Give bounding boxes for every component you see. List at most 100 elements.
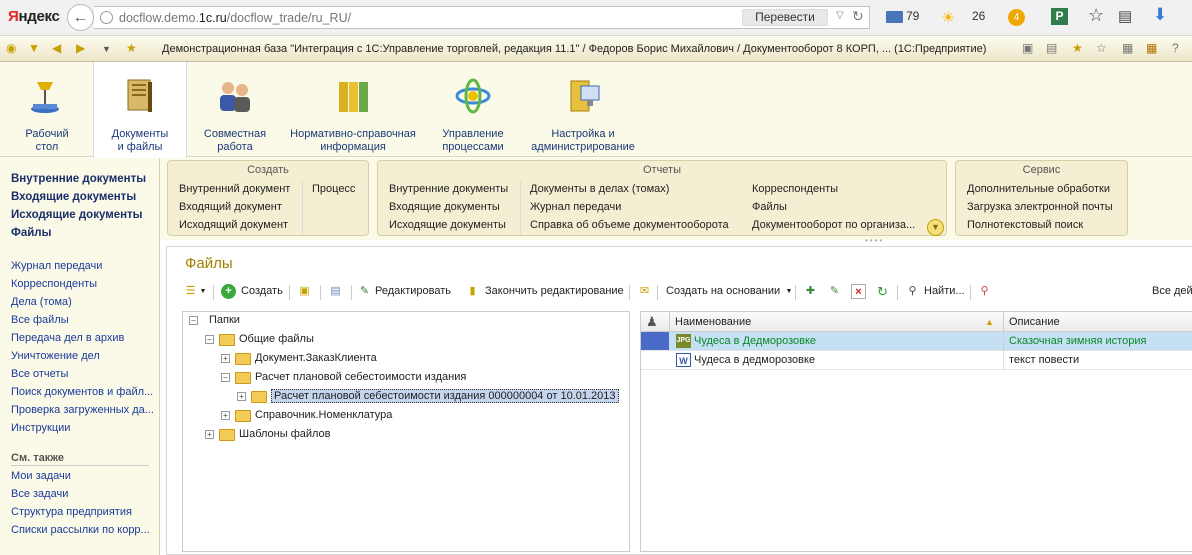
dropdown-icon[interactable]: ▼ bbox=[785, 284, 793, 299]
report-link[interactable]: Документооборот по организа... bbox=[752, 219, 922, 231]
create-folder-icon[interactable]: ▣ bbox=[297, 284, 312, 299]
yandex-logo[interactable]: Яндекс bbox=[8, 8, 60, 25]
tree-node-label[interactable]: Справочник.Номенклатура bbox=[255, 409, 392, 421]
all-actions-button[interactable]: Все дей bbox=[1152, 285, 1192, 297]
nav-link[interactable]: Дела (тома) bbox=[11, 296, 155, 308]
report-link[interactable]: Входящие документы bbox=[389, 201, 500, 213]
report-link[interactable]: Исходящие документы bbox=[389, 219, 506, 231]
nav-link[interactable]: Мои задачи bbox=[11, 470, 155, 482]
service-link[interactable]: Дополнительные обработки bbox=[967, 183, 1110, 195]
section-reference-info[interactable]: Нормативно-справочная информация bbox=[285, 62, 421, 157]
report-link[interactable]: Внутренние документы bbox=[389, 183, 508, 195]
nav-incoming-docs[interactable]: Входящие документы bbox=[11, 191, 136, 203]
notification-badge[interactable]: 4 bbox=[1008, 9, 1025, 26]
file-description[interactable]: Сказочная зимняя история bbox=[1009, 335, 1146, 347]
back-button[interactable]: ← bbox=[67, 4, 94, 31]
column-header-name[interactable]: Наименование bbox=[675, 316, 751, 328]
tree-node-label[interactable]: Общие файлы bbox=[239, 333, 314, 345]
table-row-selected[interactable]: JPG Чудеса в Дедморозовке Сказочная зимн… bbox=[641, 332, 1192, 351]
edit-button[interactable]: Редактировать bbox=[375, 285, 451, 297]
table-row[interactable]: W Чудеса в дедморозовке текст повести bbox=[641, 351, 1192, 370]
cancel-search-icon[interactable]: ⚲ bbox=[977, 284, 992, 299]
add-favorite-icon[interactable]: ★ bbox=[1072, 41, 1083, 55]
tree-node-label[interactable]: Расчет плановой себестоимости издания bbox=[255, 371, 466, 383]
section-desktop[interactable]: Рабочий стол bbox=[4, 62, 90, 157]
onec-logo-icon[interactable]: ◉ bbox=[6, 41, 16, 55]
nav-forward-icon[interactable]: ▶ bbox=[76, 41, 85, 55]
nav-link[interactable]: Все отчеты bbox=[11, 368, 155, 380]
reload-icon[interactable]: ↻ bbox=[852, 8, 864, 25]
nav-link[interactable]: Все задачи bbox=[11, 488, 155, 500]
favorites-icon[interactable]: ☆ bbox=[1096, 41, 1107, 55]
calendar-icon[interactable]: ▦ bbox=[1146, 41, 1157, 55]
translate-button[interactable]: Перевести bbox=[742, 9, 828, 26]
url-text[interactable]: docflow.demo.1c.ru/docflow_trade/ru_RU/ bbox=[119, 11, 351, 25]
refresh-icon[interactable]: ↻ bbox=[875, 284, 890, 299]
column-header-description[interactable]: Описание bbox=[1009, 316, 1060, 328]
weather-icon[interactable]: ☀ bbox=[941, 8, 955, 28]
report-link[interactable]: Журнал передачи bbox=[530, 201, 621, 213]
nav-link[interactable]: Уничтожение дел bbox=[11, 350, 155, 362]
url-dropdown-icon[interactable]: ▽ bbox=[836, 10, 844, 21]
nav-outgoing-docs[interactable]: Исходящие документы bbox=[11, 209, 143, 221]
delete-icon[interactable]: × bbox=[851, 284, 866, 299]
print-icon[interactable]: ▤ bbox=[1046, 41, 1057, 55]
file-name[interactable]: Чудеса в Дедморозовке bbox=[694, 335, 816, 347]
expand-icon[interactable]: + bbox=[221, 354, 230, 363]
nav-files[interactable]: Файлы bbox=[11, 227, 51, 239]
favorites-star-icon[interactable]: ★ bbox=[126, 41, 137, 55]
file-name[interactable]: Чудеса в дедморозовке bbox=[694, 354, 815, 366]
nav-internal-docs[interactable]: Внутренние документы bbox=[11, 173, 146, 185]
nav-link[interactable]: Поиск документов и файл... bbox=[11, 386, 155, 398]
create-internal-doc[interactable]: Внутренний документ bbox=[179, 183, 290, 195]
pencil-icon[interactable]: ✎ bbox=[827, 284, 842, 299]
nav-link[interactable]: Все файлы bbox=[11, 314, 155, 326]
nav-link[interactable]: Структура предприятия bbox=[11, 506, 155, 518]
nav-link[interactable]: Проверка загруженных да... bbox=[11, 404, 155, 416]
nav-link[interactable]: Инструкции bbox=[11, 422, 155, 434]
reader-icon[interactable]: ▤ bbox=[1118, 7, 1132, 25]
nav-link[interactable]: Списки рассылки по корр... bbox=[11, 524, 155, 536]
service-link[interactable]: Полнотекстовый поиск bbox=[967, 219, 1083, 231]
finish-edit-button[interactable]: Закончить редактирование bbox=[485, 285, 624, 297]
dropdown-icon[interactable]: ▼ bbox=[199, 284, 207, 299]
expand-icon[interactable]: + bbox=[205, 430, 214, 439]
open-file-icon[interactable]: ▤ bbox=[328, 284, 343, 299]
send-email-icon[interactable]: ✉ bbox=[637, 284, 652, 299]
report-link[interactable]: Корреспонденты bbox=[752, 183, 838, 195]
download-icon[interactable]: ⬇ bbox=[1153, 5, 1167, 25]
report-link[interactable]: Файлы bbox=[752, 201, 787, 213]
report-link[interactable]: Документы в делах (томах) bbox=[530, 183, 669, 195]
section-processes[interactable]: Управление процессами bbox=[428, 62, 518, 157]
section-admin[interactable]: Настройка и администрирование bbox=[525, 62, 641, 157]
create-incoming-doc[interactable]: Входящий документ bbox=[179, 201, 282, 213]
service-link[interactable]: Загрузка электронной почты bbox=[967, 201, 1113, 213]
nav-link[interactable]: Корреспонденты bbox=[11, 278, 155, 290]
section-documents[interactable]: Документы и файлы bbox=[93, 62, 187, 158]
create-outgoing-doc[interactable]: Исходящий документ bbox=[179, 219, 288, 231]
menu-icon[interactable]: ▼ bbox=[28, 41, 40, 55]
collapse-icon[interactable]: – bbox=[189, 316, 198, 325]
tree-node-label-selected[interactable]: Расчет плановой себестоимости издания 00… bbox=[271, 389, 619, 403]
create-based-button[interactable]: Создать на основании bbox=[666, 285, 780, 297]
mail-icon[interactable] bbox=[886, 11, 903, 23]
nav-link[interactable]: Передача дел в архив bbox=[11, 332, 155, 344]
extension-icon[interactable]: P bbox=[1051, 8, 1068, 25]
collapse-icon[interactable]: – bbox=[221, 373, 230, 382]
create-process[interactable]: Процесс bbox=[312, 183, 355, 195]
create-button[interactable]: Создать bbox=[241, 285, 283, 297]
save-icon[interactable]: ▣ bbox=[1022, 41, 1033, 55]
bookmark-star-icon[interactable]: ☆ bbox=[1088, 5, 1104, 26]
calculator-icon[interactable]: ▦ bbox=[1122, 41, 1133, 55]
search-icon[interactable]: ⚲ bbox=[905, 284, 920, 299]
report-link[interactable]: Справка об объеме документооборота bbox=[530, 219, 729, 231]
find-button[interactable]: Найти... bbox=[924, 285, 965, 297]
create-icon[interactable]: + bbox=[221, 284, 236, 299]
section-collaboration[interactable]: Совместная работа bbox=[190, 62, 280, 157]
edit-icon[interactable]: ✎ bbox=[357, 284, 372, 299]
more-reports-icon[interactable]: ▼ bbox=[927, 219, 944, 236]
folder-actions-icon[interactable]: ☰ bbox=[183, 284, 198, 299]
finish-edit-icon[interactable]: ▮ bbox=[465, 284, 480, 299]
tree-node-label[interactable]: Шаблоны файлов bbox=[239, 428, 331, 440]
expand-icon[interactable]: + bbox=[237, 392, 246, 401]
